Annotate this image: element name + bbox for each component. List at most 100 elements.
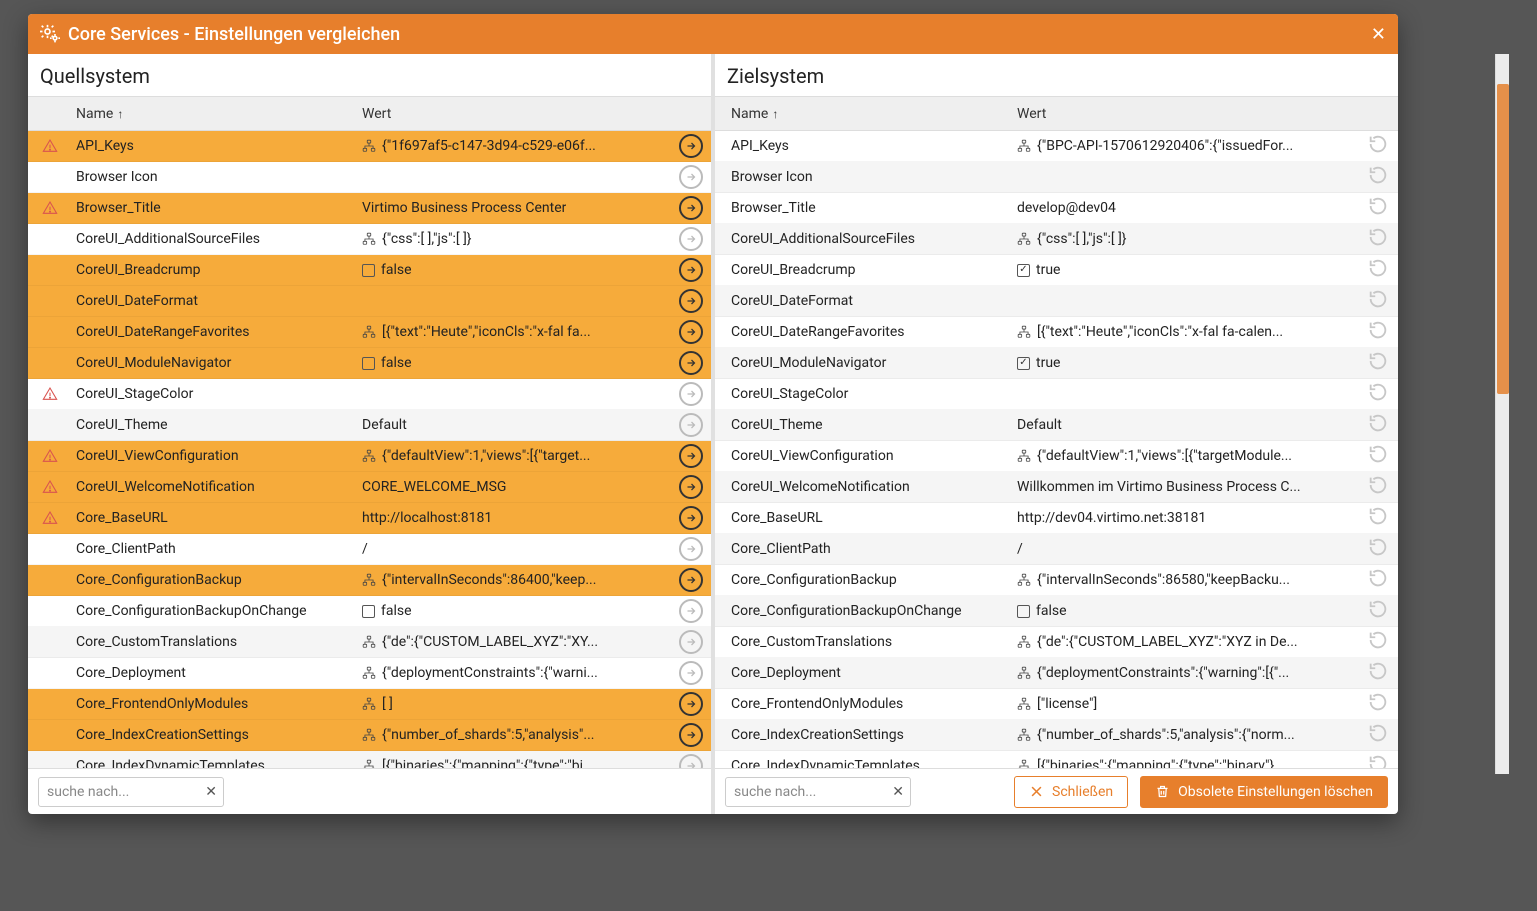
- table-row[interactable]: Browser_Title develop@dev04: [715, 193, 1398, 224]
- revert-button[interactable]: [1367, 453, 1389, 469]
- revert-button[interactable]: [1367, 360, 1389, 376]
- target-search-input[interactable]: suche nach... ✕: [725, 777, 911, 807]
- table-row[interactable]: Core_CustomTranslations {"de":{"CUSTOM_L…: [28, 627, 711, 658]
- col-header-value[interactable]: Wert: [358, 106, 671, 122]
- transfer-right-button[interactable]: [679, 506, 703, 530]
- transfer-right-button[interactable]: [679, 227, 703, 251]
- revert-button[interactable]: [1367, 484, 1389, 500]
- value-cell: [ ]: [358, 696, 671, 712]
- table-row[interactable]: CoreUI_Breadcrump true: [715, 255, 1398, 286]
- transfer-right-button[interactable]: [679, 134, 703, 158]
- table-row[interactable]: Core_FrontendOnlyModules [ ]: [28, 689, 711, 720]
- table-row[interactable]: Core_CustomTranslations {"de":{"CUSTOM_L…: [715, 627, 1398, 658]
- table-row[interactable]: CoreUI_AdditionalSourceFiles {"css":[ ],…: [715, 224, 1398, 255]
- table-row[interactable]: CoreUI_Theme Default: [28, 410, 711, 441]
- transfer-right-button[interactable]: [679, 165, 703, 189]
- table-row[interactable]: CoreUI_AdditionalSourceFiles {"css":[ ],…: [28, 224, 711, 255]
- transfer-right-button[interactable]: [679, 413, 703, 437]
- revert-button[interactable]: [1367, 515, 1389, 531]
- close-icon[interactable]: ✕: [1371, 24, 1386, 45]
- col-header-name[interactable]: Name ↑: [72, 106, 358, 122]
- table-row[interactable]: Core_ConfigurationBackup {"intervalInSec…: [715, 565, 1398, 596]
- transfer-right-button[interactable]: [679, 258, 703, 282]
- revert-button[interactable]: [1367, 329, 1389, 345]
- table-row[interactable]: Core_IndexCreationSettings {"number_of_s…: [28, 720, 711, 751]
- revert-button[interactable]: [1367, 298, 1389, 314]
- table-row[interactable]: CoreUI_ViewConfiguration {"defaultView":…: [28, 441, 711, 472]
- revert-button[interactable]: [1367, 205, 1389, 221]
- table-row[interactable]: CoreUI_Theme Default: [715, 410, 1398, 441]
- table-row[interactable]: Core_ConfigurationBackup {"intervalInSec…: [28, 565, 711, 596]
- revert-button[interactable]: [1367, 391, 1389, 407]
- transfer-right-button[interactable]: [679, 444, 703, 468]
- table-row[interactable]: Core_IndexDynamicTemplates [{"binaries":…: [715, 751, 1398, 768]
- transfer-right-button[interactable]: [679, 568, 703, 592]
- table-row[interactable]: CoreUI_DateRangeFavorites [{"text":"Heut…: [28, 317, 711, 348]
- col-header-value[interactable]: Wert: [1013, 106, 1358, 122]
- transfer-right-button[interactable]: [679, 630, 703, 654]
- revert-button[interactable]: [1367, 422, 1389, 438]
- table-row[interactable]: CoreUI_DateFormat: [28, 286, 711, 317]
- table-row[interactable]: CoreUI_Breadcrump false: [28, 255, 711, 286]
- clear-search-icon[interactable]: ✕: [205, 784, 217, 800]
- table-row[interactable]: CoreUI_StageColor: [715, 379, 1398, 410]
- table-row[interactable]: Core_FrontendOnlyModules ["license"]: [715, 689, 1398, 720]
- transfer-right-button[interactable]: [679, 196, 703, 220]
- table-row[interactable]: CoreUI_ModuleNavigator false: [28, 348, 711, 379]
- table-row[interactable]: Browser_Title Virtimo Business Process C…: [28, 193, 711, 224]
- revert-button[interactable]: [1367, 701, 1389, 717]
- table-row[interactable]: Core_BaseURL http://dev04.virtimo.net:38…: [715, 503, 1398, 534]
- name-cell: CoreUI_AdditionalSourceFiles: [72, 231, 358, 247]
- table-row[interactable]: CoreUI_ModuleNavigator true: [715, 348, 1398, 379]
- table-row[interactable]: CoreUI_DateRangeFavorites [{"text":"Heut…: [715, 317, 1398, 348]
- transfer-right-button[interactable]: [679, 754, 703, 768]
- table-row[interactable]: Core_ClientPath /: [715, 534, 1398, 565]
- revert-button[interactable]: [1367, 608, 1389, 624]
- scrollbar-thumb[interactable]: [1497, 84, 1509, 394]
- table-row[interactable]: CoreUI_DateFormat: [715, 286, 1398, 317]
- table-row[interactable]: Browser Icon: [715, 162, 1398, 193]
- transfer-right-button[interactable]: [679, 320, 703, 344]
- transfer-right-button[interactable]: [679, 723, 703, 747]
- transfer-right-button[interactable]: [679, 475, 703, 499]
- table-row[interactable]: Core_IndexCreationSettings {"number_of_s…: [715, 720, 1398, 751]
- table-row[interactable]: API_Keys {"BPC-API-1570612920406":{"issu…: [715, 131, 1398, 162]
- table-row[interactable]: Core_Deployment {"deploymentConstraints"…: [715, 658, 1398, 689]
- revert-button[interactable]: [1367, 639, 1389, 655]
- transfer-right-button[interactable]: [679, 382, 703, 406]
- revert-button[interactable]: [1367, 236, 1389, 252]
- revert-button[interactable]: [1367, 174, 1389, 190]
- transfer-right-button[interactable]: [679, 599, 703, 623]
- table-row[interactable]: Core_ConfigurationBackupOnChange false: [28, 596, 711, 627]
- table-row[interactable]: API_Keys {"1f697af5-c147-3d94-c529-e06f.…: [28, 131, 711, 162]
- transfer-right-button[interactable]: [679, 537, 703, 561]
- table-row[interactable]: CoreUI_StageColor: [28, 379, 711, 410]
- table-row[interactable]: CoreUI_ViewConfiguration {"defaultView":…: [715, 441, 1398, 472]
- table-row[interactable]: Core_ConfigurationBackupOnChange false: [715, 596, 1398, 627]
- window-scrollbar[interactable]: [1495, 54, 1509, 774]
- revert-button[interactable]: [1367, 732, 1389, 748]
- delete-obsolete-button[interactable]: Obsolete Einstellungen löschen: [1140, 776, 1388, 808]
- revert-button[interactable]: [1367, 670, 1389, 686]
- table-row[interactable]: Core_BaseURL http://localhost:8181: [28, 503, 711, 534]
- revert-button[interactable]: [1367, 546, 1389, 562]
- revert-button[interactable]: [1367, 577, 1389, 593]
- table-row[interactable]: Core_IndexDynamicTemplates [{"binaries":…: [28, 751, 711, 768]
- revert-button[interactable]: [1367, 267, 1389, 283]
- transfer-right-button[interactable]: [679, 661, 703, 685]
- value-cell: ["license"]: [1013, 696, 1358, 712]
- table-row[interactable]: CoreUI_WelcomeNotification CORE_WELCOME_…: [28, 472, 711, 503]
- table-row[interactable]: Core_ClientPath /: [28, 534, 711, 565]
- close-button[interactable]: Schließen: [1014, 776, 1128, 808]
- table-row[interactable]: CoreUI_WelcomeNotification Willkommen im…: [715, 472, 1398, 503]
- transfer-right-button[interactable]: [679, 692, 703, 716]
- clear-search-icon[interactable]: ✕: [892, 784, 904, 800]
- revert-button[interactable]: [1367, 143, 1389, 159]
- table-row[interactable]: Browser Icon: [28, 162, 711, 193]
- source-search-input[interactable]: suche nach... ✕: [38, 777, 224, 807]
- transfer-right-button[interactable]: [679, 289, 703, 313]
- table-row[interactable]: Core_Deployment {"deploymentConstraints"…: [28, 658, 711, 689]
- transfer-right-button[interactable]: [679, 351, 703, 375]
- action-cell: [671, 630, 711, 654]
- col-header-name[interactable]: Name ↑: [727, 106, 1013, 122]
